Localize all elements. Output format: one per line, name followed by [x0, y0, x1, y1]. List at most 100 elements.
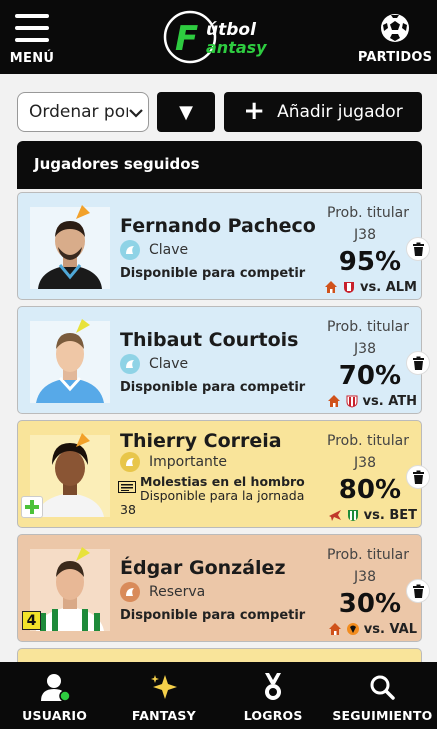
- sort-select-value: Ordenar por: [29, 102, 133, 122]
- futbol-fantasy-logo[interactable]: F útbol antasy: [162, 9, 278, 65]
- hamburger-icon: [15, 14, 49, 42]
- spain-flag-icon: [76, 547, 90, 561]
- bottom-navigation: USUARIO FANTASY LOGROS SEGUIMIENTO: [0, 662, 437, 729]
- next-match-opponent: vs. ALM: [360, 279, 417, 295]
- next-match: vs. VAL: [328, 621, 417, 637]
- followed-players-title: Jugadores seguidos: [34, 155, 200, 173]
- menu-button[interactable]: MENÚ: [10, 12, 54, 66]
- home-icon: [328, 623, 341, 635]
- role-reserve-icon: [120, 582, 140, 602]
- sort-direction-button[interactable]: ▼: [157, 92, 215, 132]
- prob-titular-label: Prob. titular: [327, 319, 409, 335]
- next-match: vs. ATH: [327, 393, 417, 409]
- prob-percentage: 80%: [338, 475, 401, 505]
- player-name: Thibaut Courtois: [120, 329, 299, 351]
- player-photo: [30, 207, 110, 289]
- menu-label: MENÚ: [9, 51, 55, 66]
- medical-report-icon: [118, 481, 136, 493]
- player-status: Disponible para competir: [120, 608, 306, 623]
- next-match: vs. ALM: [324, 279, 417, 295]
- top-bar: MENÚ F útbol antasy PARTIDOS: [0, 0, 437, 74]
- prob-percentage: 30%: [338, 589, 401, 619]
- search-icon: [370, 675, 396, 700]
- player-card-correia[interactable]: Thierry Correia Importante Molestias en …: [17, 420, 430, 528]
- nav-seguimiento[interactable]: SEGUIMIENTO: [328, 662, 437, 729]
- delete-player-button[interactable]: [406, 579, 430, 603]
- sort-select[interactable]: Ordenar por: [17, 92, 149, 132]
- player-name: Fernando Pacheco: [120, 215, 316, 237]
- role-key-icon: [120, 354, 140, 374]
- next-match-opponent: vs. BET: [363, 507, 417, 523]
- player-role: Reserva: [120, 582, 205, 602]
- lineup-count-badge: 4: [22, 611, 41, 630]
- trash-icon: [412, 242, 424, 256]
- prob-percentage: 70%: [338, 361, 401, 391]
- team-crest-icon: [347, 510, 358, 521]
- player-name: Thierry Correia: [120, 430, 282, 452]
- medal-icon: [265, 673, 282, 700]
- player-role-label: Importante: [149, 454, 228, 470]
- prob-titular-label: Prob. titular: [327, 205, 409, 221]
- player-role-label: Reserva: [149, 584, 206, 600]
- trash-icon: [412, 584, 424, 598]
- delete-player-button[interactable]: [406, 351, 430, 375]
- nav-usuario[interactable]: USUARIO: [0, 662, 109, 729]
- role-key-icon: [120, 240, 140, 260]
- logo-line1: útbol: [206, 20, 257, 40]
- player-role-label: Clave: [149, 356, 189, 372]
- nav-fantasy[interactable]: FANTASY: [109, 662, 218, 729]
- jornada-label: J38: [354, 569, 376, 585]
- chevron-down-icon: [128, 105, 144, 121]
- role-important-icon: [120, 452, 140, 472]
- away-plane-icon: [328, 510, 341, 521]
- logo-initial: F: [175, 19, 198, 59]
- home-icon: [327, 395, 340, 407]
- jornada-label: J38: [354, 227, 376, 243]
- jornada-label: J38: [354, 455, 376, 471]
- player-role: Importante: [120, 452, 227, 472]
- team-crest-icon: [346, 623, 359, 635]
- belgium-flag-icon: [76, 319, 90, 333]
- sort-direction-icon: ▼: [179, 101, 193, 123]
- green-cross-icon: [25, 500, 39, 514]
- prob-titular-label: Prob. titular: [327, 547, 409, 563]
- prob-percentage: 95%: [338, 247, 401, 277]
- add-player-button[interactable]: + Añadir jugador: [224, 92, 422, 132]
- injury-return: Disponible para la jornada 38: [120, 488, 305, 517]
- prob-titular-label: Prob. titular: [327, 433, 409, 449]
- team-crest-icon: [344, 282, 355, 293]
- player-photo: [30, 321, 110, 403]
- next-match: vs. BET: [328, 507, 417, 523]
- portugal-flag-icon: [76, 433, 90, 447]
- nav-logros[interactable]: LOGROS: [219, 662, 328, 729]
- player-role-label: Clave: [149, 242, 189, 258]
- delete-player-button[interactable]: [406, 465, 430, 489]
- player-card-gonzalez[interactable]: 4 Édgar González Reserva Disponible para…: [17, 534, 430, 642]
- nav-seguimiento-label: SEGUIMIENTO: [332, 708, 433, 723]
- player-name: Édgar González: [120, 557, 286, 579]
- sparkles-icon: [150, 675, 177, 699]
- partidos-label: PARTIDOS: [357, 50, 433, 65]
- player-status: Disponible para competir: [120, 380, 306, 395]
- user-icon: [40, 674, 71, 702]
- player-photo: [30, 549, 110, 631]
- next-match-opponent: vs. VAL: [363, 621, 417, 637]
- nav-logros-label: LOGROS: [243, 708, 303, 723]
- player-card-courtois[interactable]: Thibaut Courtois Clave Disponible para c…: [17, 306, 430, 414]
- trash-icon: [412, 470, 424, 484]
- nav-fantasy-label: FANTASY: [131, 708, 196, 723]
- injury-info: Molestias en el hombro Disponible para l…: [118, 475, 316, 517]
- list-controls: Ordenar por ▼ + Añadir jugador: [17, 92, 422, 132]
- soccer-ball-icon: [381, 14, 409, 42]
- delete-player-button[interactable]: [406, 237, 430, 261]
- player-card-pacheco[interactable]: Fernando Pacheco Clave Disponible para c…: [17, 192, 430, 300]
- jornada-label: J38: [354, 341, 376, 357]
- add-player-label: Añadir jugador: [277, 102, 403, 122]
- nav-usuario-label: USUARIO: [22, 708, 88, 723]
- plus-status-badge: [21, 496, 43, 518]
- player-card-next-partial[interactable]: [17, 648, 422, 662]
- team-crest-icon: [346, 395, 358, 408]
- trash-icon: [412, 356, 424, 370]
- partidos-button[interactable]: PARTIDOS: [357, 12, 433, 66]
- spain-flag-icon: [76, 205, 90, 219]
